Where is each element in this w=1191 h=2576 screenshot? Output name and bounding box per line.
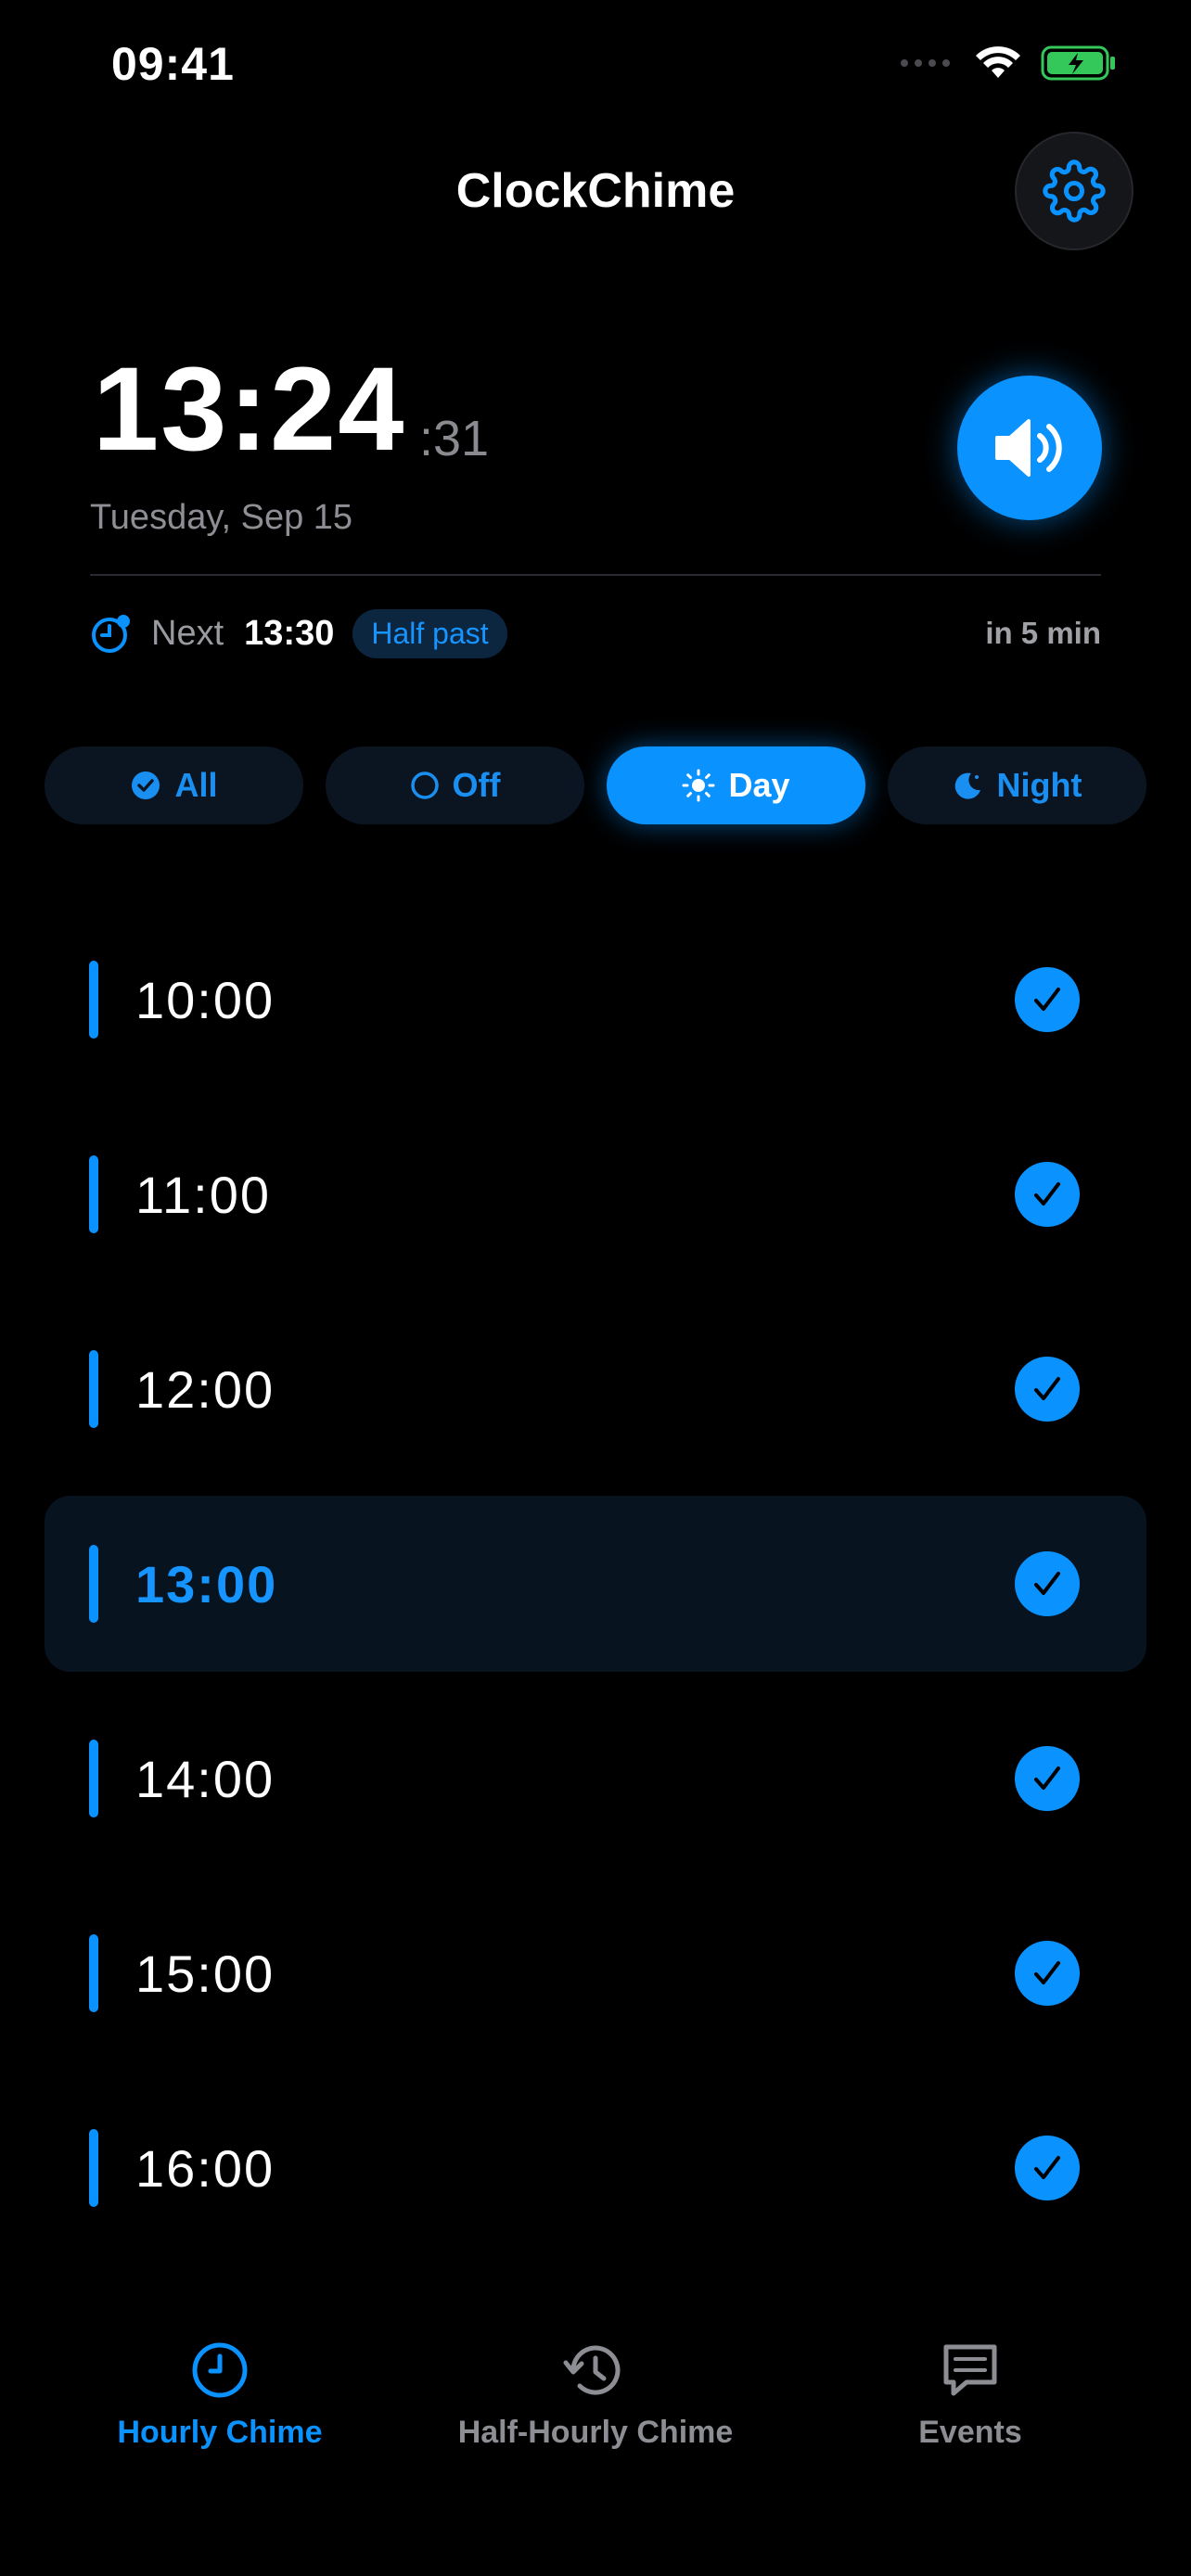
row-indicator — [89, 2129, 98, 2207]
screen: 09:41 ClockChime 13:24 :31 Tuesday, Sep … — [0, 0, 1191, 2576]
next-time: 13:30 — [244, 613, 335, 653]
checkmark-icon[interactable] — [1015, 1746, 1080, 1811]
status-time: 09:41 — [111, 38, 235, 90]
circle-icon — [410, 772, 439, 799]
current-seconds: :31 — [419, 411, 490, 466]
next-badge: Half past — [352, 608, 507, 658]
filter-all[interactable]: All — [45, 746, 303, 824]
next-countdown: in 5 min — [985, 616, 1101, 650]
filter-day[interactable]: Day — [607, 746, 865, 824]
chime-row-13-current[interactable]: 13:00 — [45, 1496, 1146, 1672]
chime-time: 11:00 — [135, 1166, 271, 1224]
alarm-icon — [92, 615, 130, 653]
current-date: Tuesday, Sep 15 — [90, 498, 353, 537]
next-chime-row: Next 13:30 Half past in 5 min — [90, 603, 1101, 664]
moon-icon — [954, 772, 980, 799]
row-indicator — [89, 1155, 98, 1233]
filter-day-label: Day — [728, 766, 790, 804]
chime-row-14[interactable]: 14:00 — [45, 1690, 1146, 1867]
chime-row-12[interactable]: 12:00 — [45, 1301, 1146, 1477]
sun-icon — [682, 769, 715, 802]
row-indicator — [89, 1934, 98, 2012]
clock-icon — [192, 2342, 248, 2398]
filter-night-label: Night — [996, 766, 1082, 804]
chime-time: 10:00 — [135, 971, 275, 1029]
chime-time: 16:00 — [135, 2139, 275, 2198]
battery-icon — [1041, 45, 1115, 81]
chime-row-16[interactable]: 16:00 — [45, 2080, 1146, 2256]
check-circle-icon — [132, 772, 160, 799]
gear-icon — [1043, 159, 1106, 223]
checkmark-icon[interactable] — [1015, 1357, 1080, 1422]
chime-time: 13:00 — [135, 1555, 278, 1613]
wifi-icon — [976, 46, 1020, 78]
row-indicator — [89, 1740, 98, 1817]
tab-label: Half-Hourly Chime — [457, 2415, 734, 2450]
status-icons — [900, 45, 1117, 82]
chime-time: 12:00 — [135, 1360, 275, 1419]
row-indicator — [89, 1350, 98, 1428]
checkmark-icon[interactable] — [1015, 2136, 1080, 2200]
checkmark-icon[interactable] — [1015, 1941, 1080, 2006]
app-title: ClockChime — [455, 164, 736, 218]
filter-segment: All Off Day Night — [45, 746, 1146, 824]
tab-label: Hourly Chime — [117, 2415, 323, 2450]
chime-time: 15:00 — [135, 1945, 275, 2003]
next-label: Next — [151, 613, 224, 653]
tab-half-hourly-chime[interactable]: Half-Hourly Chime — [401, 2337, 790, 2451]
tab-bar: Hourly Chime Half-Hourly Chime Events — [0, 2337, 1191, 2467]
row-indicator — [89, 1545, 98, 1623]
message-icon — [943, 2344, 997, 2396]
settings-button[interactable] — [1015, 132, 1133, 250]
filter-night[interactable]: Night — [888, 746, 1146, 824]
checkmark-icon[interactable] — [1015, 967, 1080, 1032]
current-time: 13:24 — [93, 343, 406, 476]
filter-off-label: Off — [452, 766, 501, 804]
speaker-icon — [995, 419, 1062, 477]
signal-icon — [901, 59, 950, 67]
checkmark-icon[interactable] — [1015, 1162, 1080, 1227]
filter-all-label: All — [174, 766, 218, 804]
checkmark-icon[interactable] — [1015, 1551, 1080, 1616]
chime-time: 14:00 — [135, 1750, 275, 1808]
history-icon — [563, 2345, 621, 2395]
chime-row-11[interactable]: 11:00 — [45, 1106, 1146, 1282]
tab-events[interactable]: Events — [775, 2337, 1165, 2451]
divider — [90, 574, 1101, 576]
tab-hourly-chime[interactable]: Hourly Chime — [25, 2337, 415, 2451]
tab-label: Events — [918, 2415, 1022, 2450]
sound-toggle-button[interactable] — [957, 376, 1102, 520]
chime-row-15[interactable]: 15:00 — [45, 1885, 1146, 2061]
filter-off[interactable]: Off — [326, 746, 584, 824]
row-indicator — [89, 961, 98, 1039]
chime-row-10[interactable]: 10:00 — [45, 912, 1146, 1088]
